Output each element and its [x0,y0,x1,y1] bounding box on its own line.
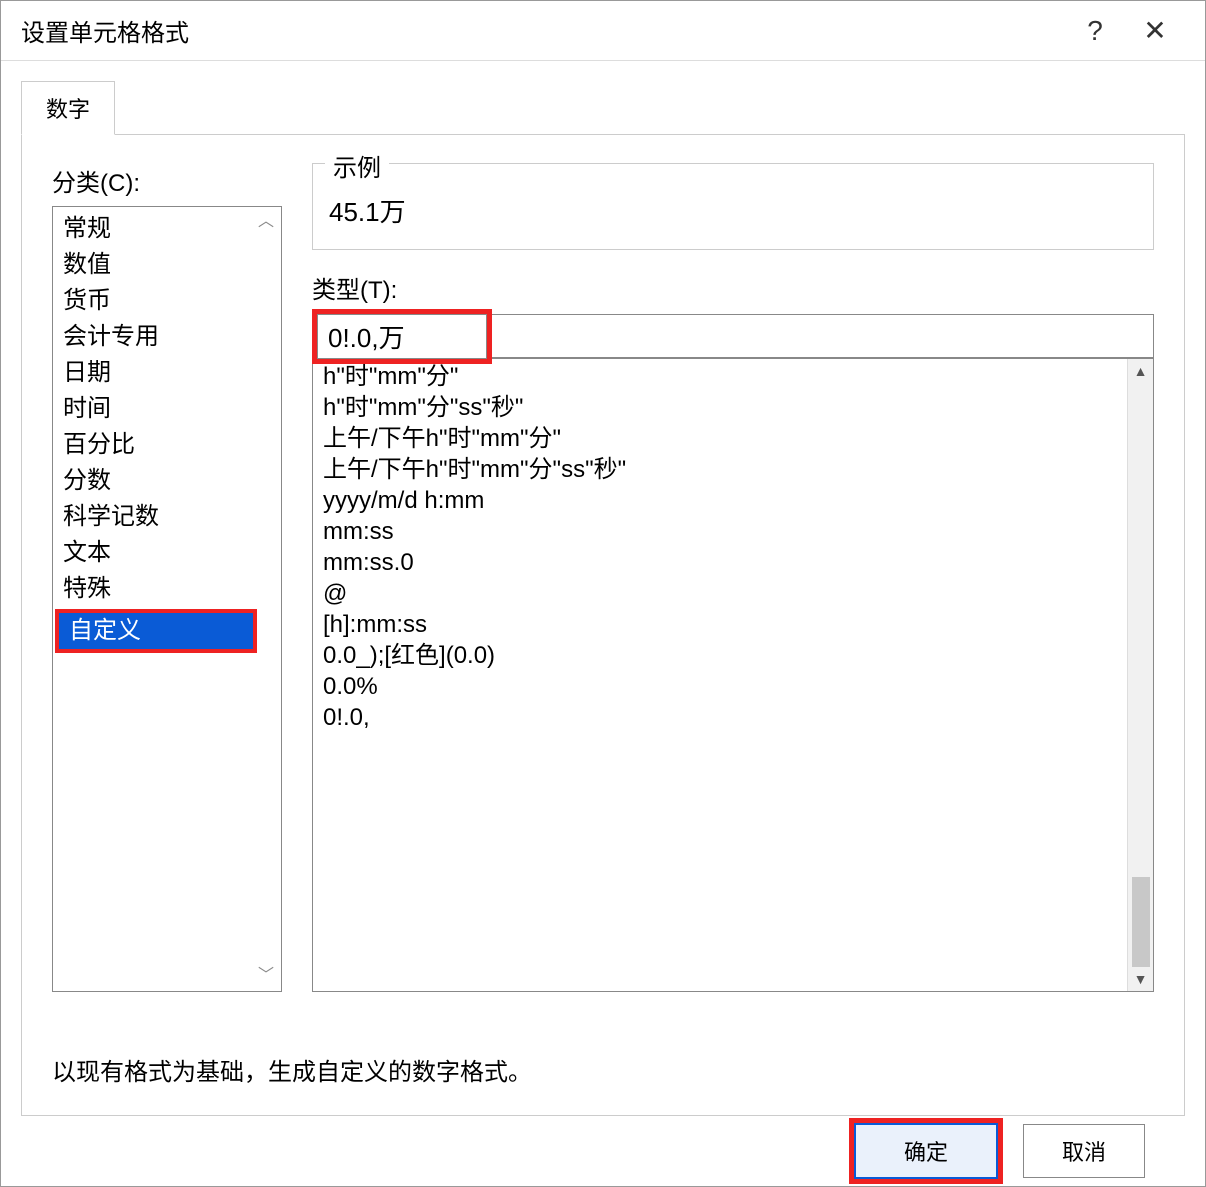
sample-label: 示例 [325,148,389,183]
format-item[interactable]: h"时"mm"分"ss"秒" [313,392,1127,423]
format-scrollbar[interactable]: ▲ ▼ [1127,359,1153,991]
format-cells-dialog: 设置单元格格式 ? ✕ 数字 分类(C): ︿ 常规 数值 货币 会计专用 日期… [0,0,1206,1187]
tab-number[interactable]: 数字 [21,81,115,135]
sample-groupbox: 示例 45.1万 [312,163,1154,250]
format-item[interactable]: @ [313,578,1127,609]
category-item-custom[interactable]: 自定义 [59,613,253,649]
category-item-number[interactable]: 数值 [53,247,281,283]
format-item[interactable]: 上午/下午h"时"mm"分" [313,423,1127,454]
category-item-scientific[interactable]: 科学记数 [53,499,281,535]
category-item-fraction[interactable]: 分数 [53,463,281,499]
annotation-highlight-ok: 确定 [849,1118,1003,1184]
category-item-time[interactable]: 时间 [53,391,281,427]
dialog-footer: 确定 取消 [21,1116,1185,1186]
annotation-highlight-type [312,309,492,364]
format-item[interactable]: 0.0% [313,671,1127,702]
scroll-down-icon[interactable]: ▼ [1134,971,1148,987]
scroll-up-icon[interactable]: ▲ [1134,363,1148,379]
category-item-text[interactable]: 文本 [53,535,281,571]
category-listbox[interactable]: ︿ 常规 数值 货币 会计专用 日期 时间 百分比 分数 科学记数 文本 特殊 … [52,206,282,992]
category-label: 分类(C): [52,163,282,198]
dialog-title: 设置单元格格式 [21,13,1065,48]
description-text: 以现有格式为基础，生成自定义的数字格式。 [52,1052,1154,1087]
format-item[interactable]: h"时"mm"分" [313,361,1127,392]
type-input[interactable] [317,314,487,359]
category-item-percentage[interactable]: 百分比 [53,427,281,463]
format-item[interactable]: 上午/下午h"时"mm"分"ss"秒" [313,454,1127,485]
scroll-down-icon[interactable]: ﹀ [257,967,275,985]
help-button[interactable]: ? [1065,15,1125,47]
category-item-special[interactable]: 特殊 [53,571,281,607]
type-input-extension [492,314,1154,358]
annotation-highlight-category: 自定义 [55,609,257,653]
cancel-button[interactable]: 取消 [1023,1124,1145,1178]
dialog-body: 数字 分类(C): ︿ 常规 数值 货币 会计专用 日期 时间 百分比 分数 [1,61,1205,1186]
titlebar: 设置单元格格式 ? ✕ [1,1,1205,61]
format-item[interactable]: 0!.0, [313,702,1127,733]
format-item[interactable]: yyyy/m/d h:mm [313,485,1127,516]
tab-strip: 数字 [21,81,1185,135]
scroll-thumb[interactable] [1132,877,1150,967]
scroll-up-icon[interactable]: ︿ [257,213,275,231]
tab-panel-number: 分类(C): ︿ 常规 数值 货币 会计专用 日期 时间 百分比 分数 科学记数… [21,134,1185,1116]
format-item[interactable]: 0.0_);[红色](0.0) [313,640,1127,671]
close-button[interactable]: ✕ [1125,14,1185,47]
category-item-general[interactable]: 常规 [53,211,281,247]
format-item[interactable]: [h]:mm:ss [313,609,1127,640]
sample-value: 45.1万 [329,174,1137,229]
category-item-currency[interactable]: 货币 [53,283,281,319]
format-item[interactable]: mm:ss [313,516,1127,547]
type-label: 类型(T): [312,270,1154,305]
category-item-date[interactable]: 日期 [53,355,281,391]
category-item-accounting[interactable]: 会计专用 [53,319,281,355]
format-listbox-wrap: h"时"mm"分" h"时"mm"分"ss"秒" 上午/下午h"时"mm"分" … [312,358,1154,992]
format-item[interactable]: mm:ss.0 [313,547,1127,578]
format-listbox[interactable]: h"时"mm"分" h"时"mm"分"ss"秒" 上午/下午h"时"mm"分" … [313,359,1127,991]
ok-button[interactable]: 确定 [854,1123,998,1179]
